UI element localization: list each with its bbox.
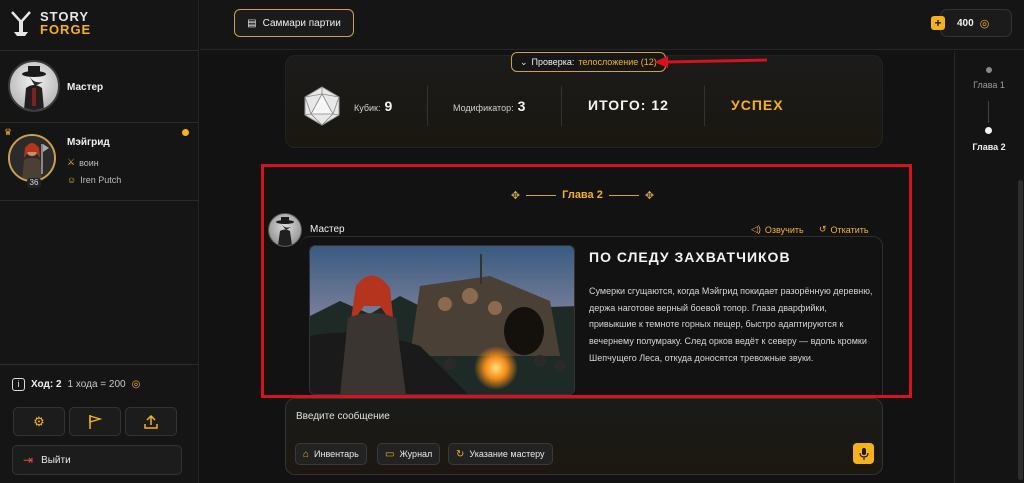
sidebar-divider — [0, 200, 199, 201]
player-class-label: воин — [79, 157, 99, 168]
crown-icon: ♛ — [4, 127, 13, 137]
info-icon[interactable]: i — [12, 378, 25, 391]
add-coins-button[interactable]: + — [931, 16, 945, 30]
flag-button[interactable] — [69, 407, 121, 436]
stat-divider — [427, 86, 428, 126]
exit-button[interactable]: ⇥ Выйти — [12, 445, 182, 475]
forge-logo-icon — [11, 11, 31, 36]
document-icon: ▤ — [247, 17, 257, 29]
book-icon: ▭ — [385, 448, 395, 460]
check-result: УСПЕХ — [731, 97, 784, 113]
turn-rate: 1 хода = 200 — [67, 379, 126, 390]
d20-dice-icon — [304, 86, 340, 126]
exit-label: Выйти — [41, 454, 71, 466]
app-logo[interactable]: STORY FORGE — [8, 4, 91, 42]
turn-info: i Ход: 2 1 хода = 200 ◎ — [12, 378, 140, 391]
topbar: ▤ Саммари партии + 400 ◎ — [200, 0, 1024, 50]
timeline-connector — [988, 101, 989, 123]
chevron-down-icon: ⌄ — [520, 56, 528, 67]
balance-widget: + 400 ◎ — [931, 9, 1012, 37]
stat-divider — [704, 86, 705, 126]
player-level-badge: 36 — [27, 178, 41, 188]
sidebar-divider — [0, 50, 199, 51]
logout-icon: ⇥ — [23, 453, 34, 467]
stat-divider — [561, 86, 562, 126]
balance-value: 400 — [957, 17, 974, 29]
dice-stat: Кубик: 9 — [354, 98, 392, 114]
timeline-item-1[interactable]: Глава 1 — [955, 80, 1023, 90]
upload-button[interactable] — [125, 407, 177, 436]
timeline-item-2[interactable]: Глава 2 — [955, 142, 1023, 152]
modifier-label: Модификатор: — [453, 103, 514, 113]
message-input[interactable] — [296, 408, 836, 424]
microphone-icon — [858, 447, 869, 460]
player-user-label: Iren Putch — [80, 175, 122, 185]
modifier-value: 3 — [517, 98, 526, 114]
coin-icon: ◎ — [979, 17, 990, 30]
inventory-label: Инвентарь — [314, 449, 359, 459]
sword-icon: ⚔ — [67, 157, 76, 167]
sliders-icon: ⚙ — [33, 413, 45, 429]
journal-button[interactable]: ▭ Журнал — [377, 443, 441, 465]
master-name: Мастер — [67, 82, 104, 93]
timeline-dot-1[interactable] — [986, 67, 992, 73]
dice-label: Кубик: — [354, 103, 381, 113]
plague-doctor-icon — [22, 66, 46, 110]
player-class: ⚔ воин — [67, 157, 99, 168]
check-label: Проверка: — [531, 57, 575, 67]
total-value: ИТОГО: 12 — [588, 97, 669, 113]
check-value: телосложение (12) — [578, 57, 657, 67]
party-summary-label: Саммари партии — [262, 17, 341, 29]
bag-icon: ⌂ — [303, 448, 310, 460]
turn-label: Ход: 2 — [31, 379, 62, 390]
warrior-portrait-icon — [10, 136, 54, 180]
scrollbar[interactable] — [1018, 180, 1023, 480]
timeline-dot-2[interactable] — [985, 127, 992, 134]
party-summary-button[interactable]: ▤ Саммари партии — [234, 9, 354, 37]
arrow-annotation-icon — [654, 56, 768, 68]
upload-icon — [144, 414, 158, 429]
online-status-dot — [182, 129, 189, 136]
player-user: ☺ Iren Putch — [67, 175, 121, 185]
microphone-button[interactable] — [853, 443, 874, 464]
check-toggle[interactable]: ⌄ Проверка: телосложение (12) — [511, 52, 666, 72]
inventory-button[interactable]: ⌂ Инвентарь — [295, 443, 367, 465]
journal-label: Журнал — [399, 449, 433, 459]
hint-master-button[interactable]: ↻ Указание мастеру — [448, 443, 553, 465]
player-avatar[interactable] — [8, 134, 56, 182]
dice-value: 9 — [384, 98, 393, 114]
highlight-box-annotation — [261, 164, 912, 398]
coin-icon: ◎ — [131, 379, 141, 390]
flag-icon — [89, 414, 102, 429]
sidebar-divider — [0, 364, 199, 365]
message-composer: ⌂ Инвентарь ▭ Журнал ↻ Указание мастеру — [285, 398, 883, 475]
user-icon: ☺ — [67, 175, 77, 185]
player-name: Мэйгрид — [67, 137, 110, 148]
chapter-timeline: Глава 1 Глава 2 — [954, 51, 1024, 483]
logo-text-forge: FORGE — [40, 22, 92, 37]
sidebar: STORY FORGE Мастер ♛ 36 Мэйгрид ⚔ воин ☺… — [0, 0, 199, 483]
settings-button[interactable]: ⚙ — [13, 407, 65, 436]
sidebar-divider — [0, 122, 199, 123]
hint-master-label: Указание мастеру — [469, 449, 545, 459]
modifier-stat: Модификатор: 3 — [453, 98, 525, 114]
refresh-icon: ↻ — [456, 448, 465, 460]
master-avatar[interactable] — [8, 60, 60, 112]
